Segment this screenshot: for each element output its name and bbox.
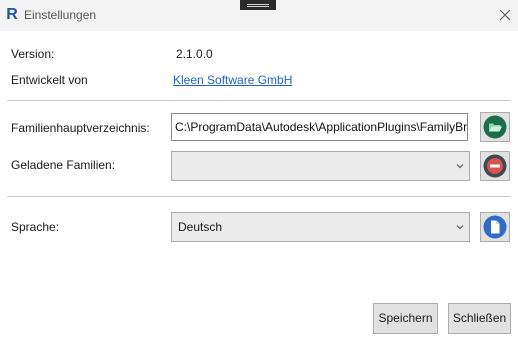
version-label: Version: (11, 47, 55, 61)
language-label: Sprache: (11, 220, 60, 234)
folder-open-icon (483, 115, 507, 139)
language-selected-value: Deutsch (178, 220, 223, 234)
loaded-families-select[interactable] (171, 151, 470, 181)
separator (7, 100, 511, 101)
language-file-button[interactable] (480, 212, 510, 242)
version-value: 2.1.0.0 (176, 47, 213, 61)
root-dir-label: Familienhauptverzeichnis: (11, 121, 150, 135)
root-dir-input[interactable]: C:\ProgramData\Autodesk\ApplicationPlugi… (171, 113, 468, 141)
chevron-down-icon (456, 164, 464, 169)
document-icon (483, 215, 507, 239)
chevron-down-icon (456, 225, 464, 230)
revit-app-icon: R (6, 6, 18, 23)
loaded-families-label: Geladene Familien: (11, 158, 116, 172)
drag-handle[interactable] (240, 0, 276, 10)
window-title: Einstellungen (24, 8, 97, 22)
browse-folder-button[interactable] (480, 112, 510, 142)
save-button[interactable]: Speichern (373, 303, 438, 334)
separator (7, 196, 511, 197)
remove-icon (483, 154, 507, 178)
close-icon[interactable] (496, 6, 514, 24)
remove-family-button[interactable] (480, 151, 510, 181)
language-select[interactable]: Deutsch (171, 212, 470, 242)
developer-label: Entwickelt von (11, 73, 88, 87)
developer-link[interactable]: Kleen Software GmbH (173, 73, 292, 87)
close-button[interactable]: Schließen (448, 303, 511, 334)
